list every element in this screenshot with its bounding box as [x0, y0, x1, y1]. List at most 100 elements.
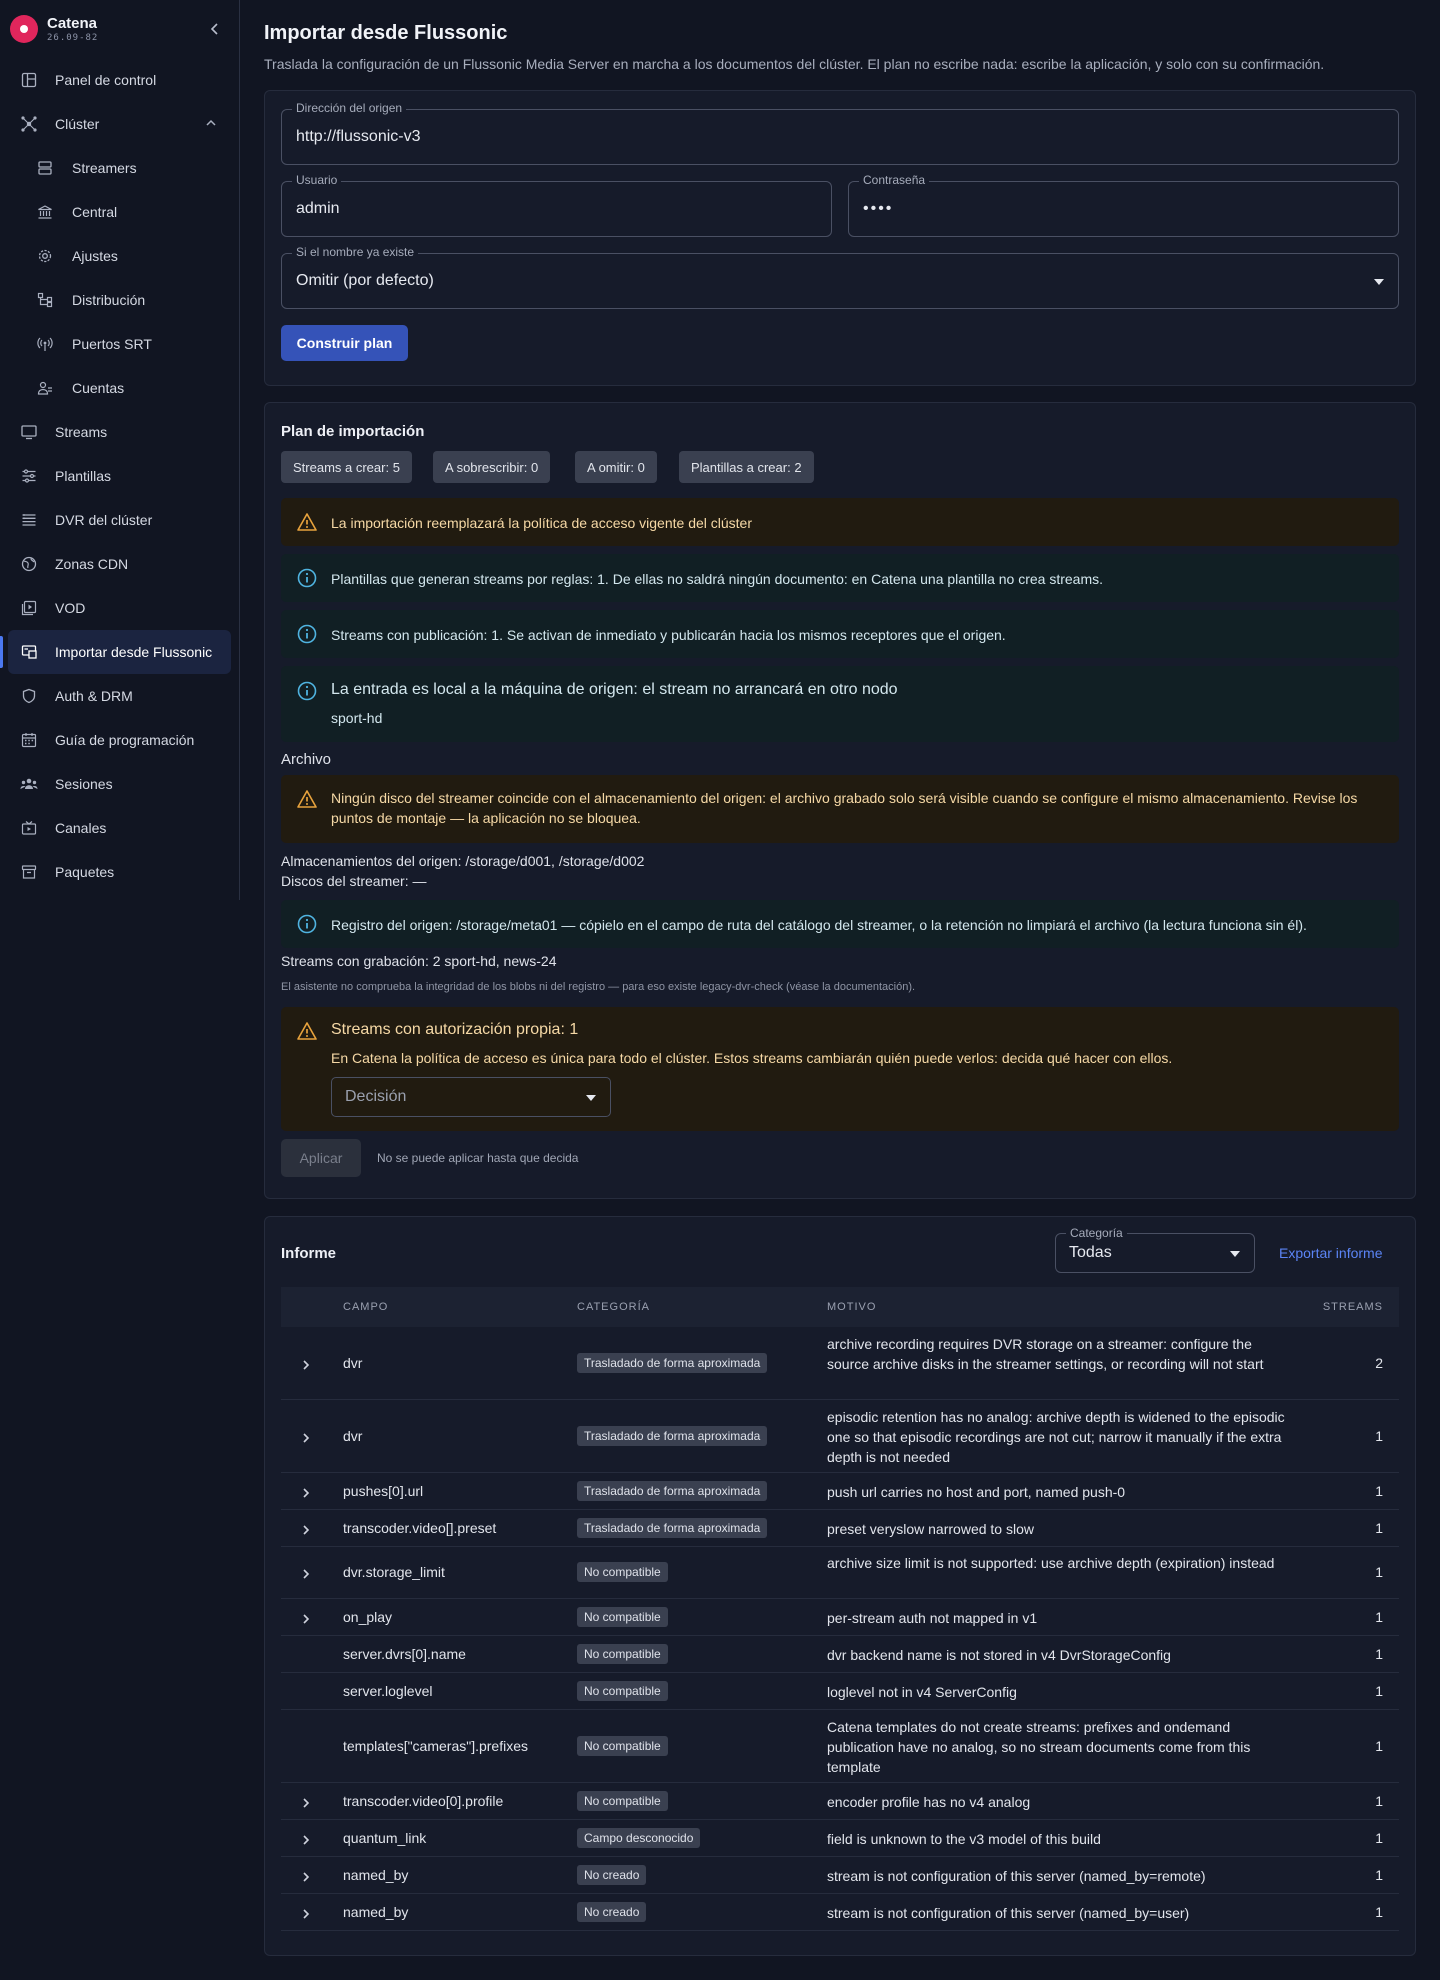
chevron-right-icon[interactable]: [301, 1870, 313, 1882]
vod-icon: [20, 599, 38, 617]
cell-streams: 1: [1375, 1564, 1383, 1580]
integrity-note: El asistente no comprueba la integridad …: [281, 981, 916, 993]
cell-reason: push url carries no host and port, named…: [827, 1483, 1126, 1500]
chevron-right-icon[interactable]: [301, 1567, 313, 1579]
sidebar-item-accounts[interactable]: Cuentas: [0, 366, 239, 410]
sidebar-item-label: Streams: [55, 424, 108, 440]
table-row[interactable]: dvr Trasladado de forma aproximada episodi…: [281, 1400, 1399, 1473]
chevron-right-icon[interactable]: [301, 1796, 313, 1808]
caret-down-icon: [1374, 279, 1384, 285]
cell-streams: 1: [1375, 1519, 1383, 1536]
cluster-icon: [20, 115, 38, 133]
sidebar-item-label: Ajustes: [72, 248, 118, 264]
table-row[interactable]: on_play No compatible per-stream auth not …: [281, 1599, 1399, 1636]
sidebar-item-cluster[interactable]: Clúster: [0, 102, 239, 146]
chevron-right-icon[interactable]: [301, 1486, 313, 1498]
alert-templates: Plantillas que generan streams por regla…: [281, 554, 1399, 602]
sidebar-item-label: VOD: [55, 600, 86, 616]
name-conflict-select[interactable]: Si el nombre ya existe Omitir (por defec…: [281, 245, 1399, 309]
password-label: Contraseña: [859, 173, 930, 187]
chip-to-overwrite: A sobrescribir: 0: [433, 451, 551, 483]
category-badge: No compatible: [577, 1643, 668, 1664]
alert-origin-registry: Registro del origen: /storage/meta01 — c…: [281, 900, 1399, 948]
sidebar-item-auth-drm[interactable]: Auth & DRM: [0, 674, 239, 718]
table-row[interactable]: named_by No creado stream is not configura…: [281, 1857, 1399, 1894]
category-badge: Trasladado de forma aproximada: [577, 1517, 768, 1538]
sidebar-item-distribution[interactable]: Distribución: [0, 278, 239, 322]
table-row[interactable]: quantum_link Campo desconocido field is un…: [281, 1820, 1399, 1857]
table-row[interactable]: dvr.storage_limit No compatible archive si…: [281, 1547, 1399, 1599]
build-plan-button[interactable]: Construir plan: [281, 325, 408, 361]
decision-select[interactable]: Decisión: [331, 1077, 611, 1117]
info-icon: [297, 568, 317, 588]
alert-access-policy: La importación reemplazará la política d…: [281, 498, 1399, 546]
sidebar-item-templates[interactable]: Plantillas: [0, 454, 239, 498]
sidebar-item-import-flussonic[interactable]: Importar desde Flussonic: [0, 630, 231, 674]
password-field[interactable]: Contraseña ••••: [848, 173, 1399, 237]
table-row: server.loglevel No compatible loglevel not…: [281, 1673, 1399, 1710]
chevron-right-icon[interactable]: [301, 1431, 313, 1443]
sidebar-item-label: Sesiones: [55, 776, 113, 792]
caret-down-icon: [586, 1095, 596, 1101]
cell-streams: 2: [1375, 1354, 1383, 1371]
sidebar-item-cdn-zones[interactable]: Zonas CDN: [0, 542, 239, 586]
sidebar-item-label: Paquetes: [55, 864, 115, 880]
table-row[interactable]: named_by No creado stream is not configura…: [281, 1894, 1399, 1931]
category-badge: No compatible: [577, 1562, 668, 1582]
column-header-field: CAMPO: [343, 1301, 389, 1313]
cell-field: named_by: [343, 1866, 409, 1883]
sidebar-item-dashboard[interactable]: Panel de control: [0, 58, 239, 102]
alert-auth-title: Streams con autorización propia: 1: [331, 1021, 579, 1038]
table-row[interactable]: transcoder.video[0].profile No compatible…: [281, 1783, 1399, 1820]
sidebar-item-channels[interactable]: Canales: [0, 806, 239, 850]
cell-reason: Catena templates do not create streams: …: [827, 1718, 1251, 1775]
chevron-right-icon[interactable]: [301, 1523, 313, 1535]
name-conflict-value: Omitir (por defecto): [296, 272, 434, 289]
sidebar-item-label: Distribución: [72, 292, 146, 308]
collapse-sidebar-button[interactable]: [201, 15, 229, 43]
info-icon: [297, 681, 317, 701]
chevron-right-icon[interactable]: [301, 1612, 313, 1624]
cell-field: on_play: [343, 1608, 393, 1625]
chip-to-skip: A omitir: 0: [575, 451, 657, 483]
export-report-link[interactable]: Exportar informe: [1279, 1245, 1382, 1261]
sidebar-item-packages[interactable]: Paquetes: [0, 850, 239, 894]
chevron-right-icon[interactable]: [301, 1833, 313, 1845]
sidebar-item-settings[interactable]: Ajustes: [0, 234, 239, 278]
page-title: Importar desde Flussonic: [264, 22, 508, 44]
sidebar-item-cluster-dvr[interactable]: DVR del clúster: [0, 498, 239, 542]
distribution-icon: [36, 291, 54, 309]
username-field[interactable]: Usuario admin: [281, 173, 832, 237]
caret-down-icon: [1230, 1251, 1240, 1257]
apply-button[interactable]: Aplicar: [281, 1139, 361, 1177]
category-filter-value: Todas: [1069, 1244, 1112, 1261]
sidebar-item-vod[interactable]: VOD: [0, 586, 239, 630]
sidebar-item-streams[interactable]: Streams: [0, 410, 239, 454]
report-table-header: CAMPO CATEGORÍA MOTIVO STREAMS: [281, 1287, 1399, 1327]
table-row[interactable]: pushes[0].url Trasladado de forma aproxim…: [281, 1473, 1399, 1510]
import-form-card: Dirección del origen http://flussonic-v3…: [264, 90, 1416, 386]
sidebar-item-central[interactable]: Central: [0, 190, 239, 234]
category-badge: Trasladado de forma aproximada: [577, 1352, 768, 1373]
sidebar-item-srt-ports[interactable]: Puertos SRT: [0, 322, 239, 366]
cell-reason: episodic retention has no analog: archiv…: [827, 1408, 1285, 1465]
category-badge: Campo desconocido: [577, 1827, 701, 1848]
cell-field: dvr: [343, 1354, 363, 1371]
cell-reason: stream is not configuration of this serv…: [827, 1867, 1206, 1884]
chevron-right-icon[interactable]: [301, 1907, 313, 1919]
origin-address-field[interactable]: Dirección del origen http://flussonic-v3: [281, 101, 1399, 165]
sidebar-item-label: Panel de control: [55, 72, 157, 88]
chevron-right-icon[interactable]: [301, 1358, 313, 1370]
table-row: server.dvrs[0].name No compatible dvr back…: [281, 1636, 1399, 1673]
sidebar-item-sessions[interactable]: Sesiones: [0, 762, 239, 806]
table-row[interactable]: transcoder.video[].preset Trasladado de f…: [281, 1510, 1399, 1547]
category-badge: Trasladado de forma aproximada: [577, 1480, 768, 1501]
sidebar-item-streamers[interactable]: Streamers: [0, 146, 239, 190]
cell-reason: stream is not configuration of this serv…: [827, 1904, 1190, 1921]
sidebar-item-program-guide[interactable]: Guía de programación: [0, 718, 239, 762]
category-filter-select[interactable]: Categoría Todas: [1055, 1226, 1255, 1273]
table-row[interactable]: dvr Trasladado de forma aproximada archive…: [281, 1327, 1399, 1400]
column-header-streams: STREAMS: [1322, 1301, 1383, 1313]
sessions-icon: [20, 775, 38, 793]
bank-icon: [36, 203, 54, 221]
